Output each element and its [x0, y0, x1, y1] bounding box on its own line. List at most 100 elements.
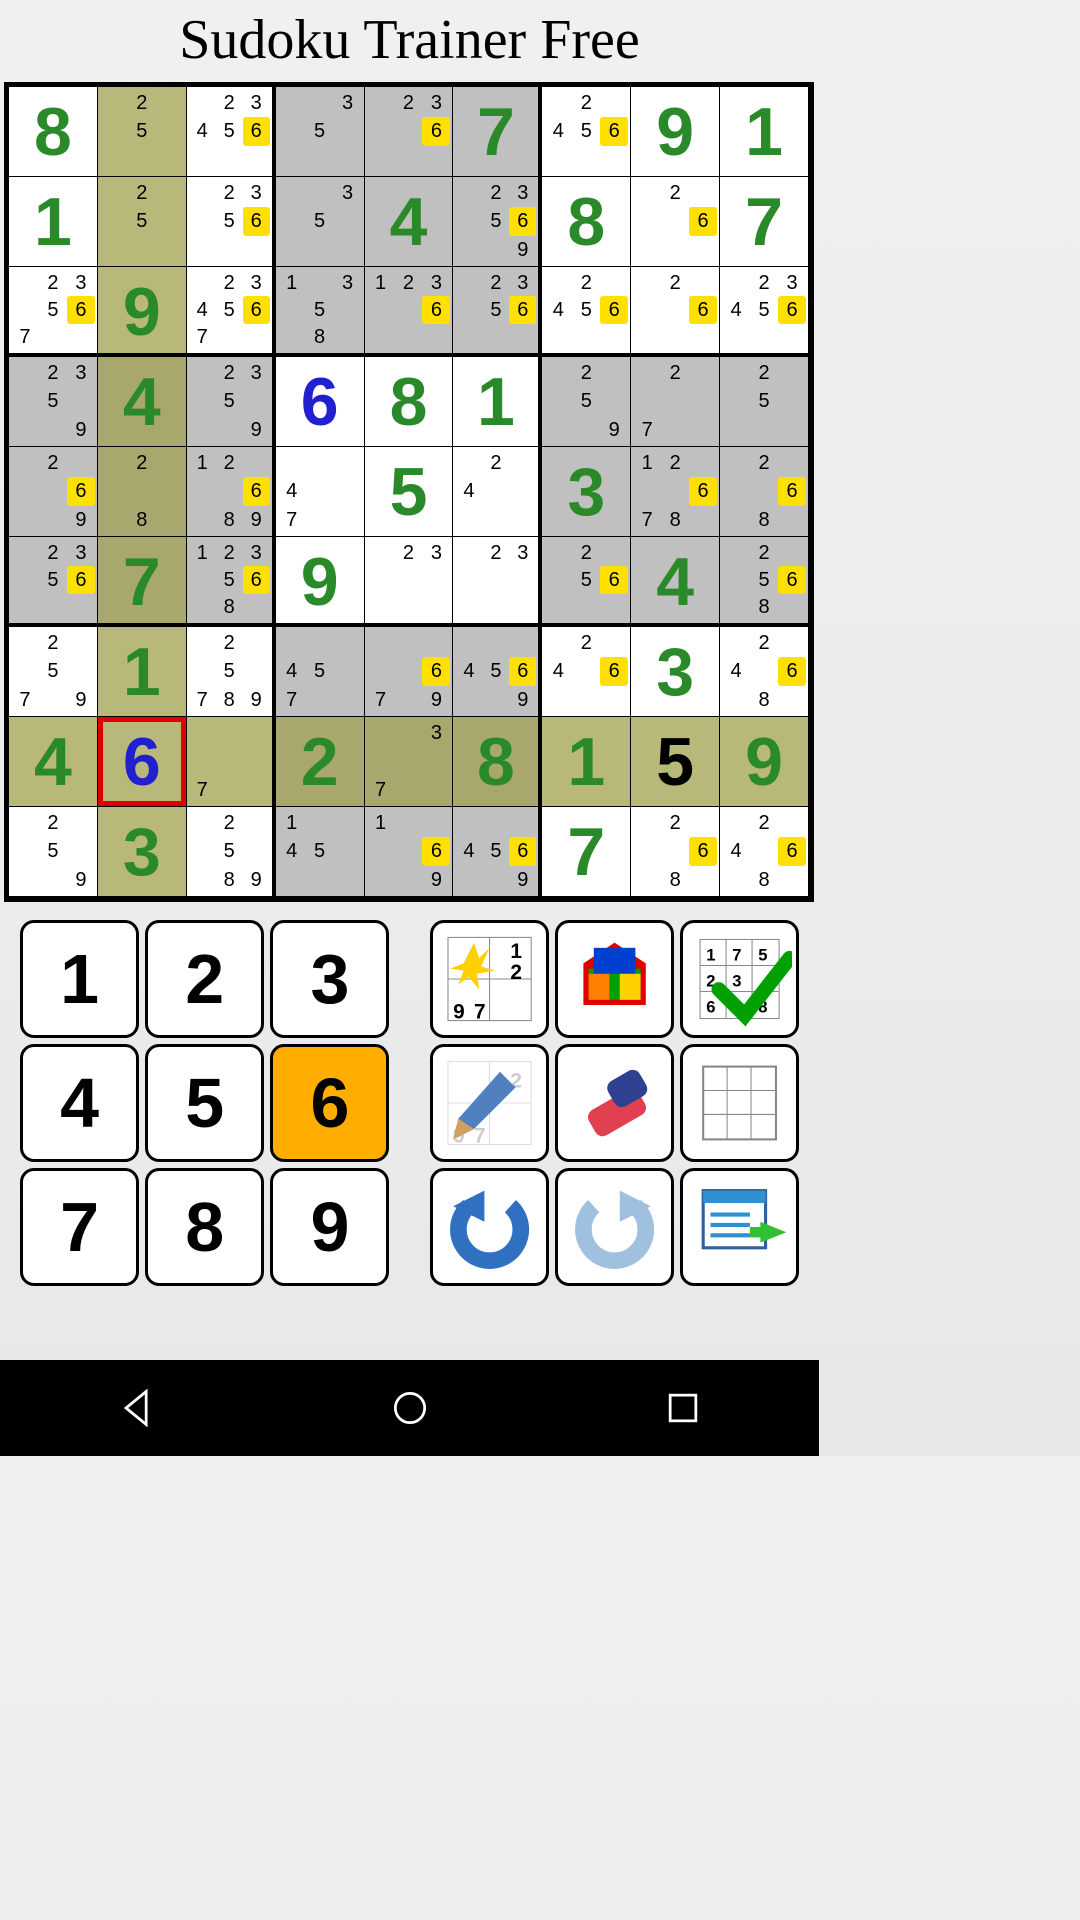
cell-r0-c1[interactable]: 25 — [98, 87, 187, 177]
cell-r5-c7[interactable]: 4 — [631, 537, 720, 627]
hint-button[interactable]: 1297 — [430, 920, 549, 1038]
num-7-button[interactable]: 7 — [20, 1168, 139, 1286]
cell-r6-c3[interactable]: 457 — [276, 627, 365, 717]
cell-r2-c4[interactable]: 1236 — [365, 267, 454, 357]
cell-r3-c1[interactable]: 4 — [98, 357, 187, 447]
num-2-button[interactable]: 2 — [145, 920, 264, 1038]
cell-r7-c0[interactable]: 4 — [9, 717, 98, 807]
num-1-button[interactable]: 1 — [20, 920, 139, 1038]
cell-r7-c2[interactable]: 7 — [187, 717, 276, 807]
cell-r2-c3[interactable]: 1358 — [276, 267, 365, 357]
cell-r1-c3[interactable]: 35 — [276, 177, 365, 267]
redo-button[interactable] — [555, 1168, 674, 1286]
cell-r3-c0[interactable]: 2359 — [9, 357, 98, 447]
num-6-button[interactable]: 6 — [270, 1044, 389, 1162]
cell-r1-c1[interactable]: 25 — [98, 177, 187, 267]
cell-r5-c0[interactable]: 2356 — [9, 537, 98, 627]
cell-r3-c4[interactable]: 8 — [365, 357, 454, 447]
cell-r6-c8[interactable]: 2468 — [720, 627, 809, 717]
cell-r5-c6[interactable]: 256 — [542, 537, 631, 627]
cell-r6-c7[interactable]: 3 — [631, 627, 720, 717]
cell-r3-c6[interactable]: 259 — [542, 357, 631, 447]
check-button[interactable]: 1752368 — [680, 920, 799, 1038]
cell-r7-c5[interactable]: 8 — [453, 717, 542, 807]
cell-r5-c1[interactable]: 7 — [98, 537, 187, 627]
cell-r4-c0[interactable]: 269 — [9, 447, 98, 537]
cell-r8-c2[interactable]: 2589 — [187, 807, 276, 897]
cell-r1-c4[interactable]: 4 — [365, 177, 454, 267]
cell-r4-c5[interactable]: 24 — [453, 447, 542, 537]
cell-r0-c8[interactable]: 1 — [720, 87, 809, 177]
menu-button[interactable] — [680, 1168, 799, 1286]
cell-r6-c6[interactable]: 246 — [542, 627, 631, 717]
cell-r8-c8[interactable]: 2468 — [720, 807, 809, 897]
back-icon[interactable] — [115, 1386, 159, 1430]
recent-icon[interactable] — [661, 1386, 705, 1430]
cell-r3-c8[interactable]: 25 — [720, 357, 809, 447]
cell-r6-c4[interactable]: 679 — [365, 627, 454, 717]
cell-r1-c2[interactable]: 2356 — [187, 177, 276, 267]
num-8-button[interactable]: 8 — [145, 1168, 264, 1286]
cell-r6-c0[interactable]: 2579 — [9, 627, 98, 717]
cell-r7-c4[interactable]: 37 — [365, 717, 454, 807]
cell-r6-c5[interactable]: 4569 — [453, 627, 542, 717]
cell-r2-c0[interactable]: 23567 — [9, 267, 98, 357]
num-9-button[interactable]: 9 — [270, 1168, 389, 1286]
cell-r1-c6[interactable]: 8 — [542, 177, 631, 267]
num-3-button[interactable]: 3 — [270, 920, 389, 1038]
cell-r8-c1[interactable]: 3 — [98, 807, 187, 897]
cell-r2-c1[interactable]: 9 — [98, 267, 187, 357]
cell-r4-c8[interactable]: 268 — [720, 447, 809, 537]
cell-r7-c6[interactable]: 1 — [542, 717, 631, 807]
cell-r3-c7[interactable]: 27 — [631, 357, 720, 447]
cell-r2-c5[interactable]: 2356 — [453, 267, 542, 357]
cell-r1-c8[interactable]: 7 — [720, 177, 809, 267]
cell-r3-c2[interactable]: 2359 — [187, 357, 276, 447]
cell-r0-c7[interactable]: 9 — [631, 87, 720, 177]
cell-r0-c6[interactable]: 2456 — [542, 87, 631, 177]
cell-r0-c5[interactable]: 7 — [453, 87, 542, 177]
cell-r5-c2[interactable]: 123568 — [187, 537, 276, 627]
cell-r7-c7[interactable]: 5 — [631, 717, 720, 807]
num-5-button[interactable]: 5 — [145, 1044, 264, 1162]
cell-r5-c4[interactable]: 23 — [365, 537, 454, 627]
cell-r4-c6[interactable]: 3 — [542, 447, 631, 537]
cell-r0-c0[interactable]: 8 — [9, 87, 98, 177]
cell-r2-c6[interactable]: 2456 — [542, 267, 631, 357]
cell-r1-c5[interactable]: 23569 — [453, 177, 542, 267]
cell-r4-c7[interactable]: 12678 — [631, 447, 720, 537]
cell-r7-c3[interactable]: 2 — [276, 717, 365, 807]
cell-r6-c1[interactable]: 1 — [98, 627, 187, 717]
cell-r0-c3[interactable]: 35 — [276, 87, 365, 177]
pencil-button[interactable]: 297 — [430, 1044, 549, 1162]
cell-r1-c7[interactable]: 26 — [631, 177, 720, 267]
cell-r8-c4[interactable]: 169 — [365, 807, 454, 897]
cell-r4-c4[interactable]: 5 — [365, 447, 454, 537]
cell-r2-c8[interactable]: 23456 — [720, 267, 809, 357]
cell-r8-c0[interactable]: 259 — [9, 807, 98, 897]
home-icon[interactable] — [388, 1386, 432, 1430]
cell-r1-c0[interactable]: 1 — [9, 177, 98, 267]
cell-r0-c4[interactable]: 236 — [365, 87, 454, 177]
cell-r5-c5[interactable]: 23 — [453, 537, 542, 627]
num-4-button[interactable]: 4 — [20, 1044, 139, 1162]
cell-r4-c2[interactable]: 12689 — [187, 447, 276, 537]
cell-r8-c7[interactable]: 268 — [631, 807, 720, 897]
cell-r6-c2[interactable]: 25789 — [187, 627, 276, 717]
clear-button[interactable] — [680, 1044, 799, 1162]
cell-r0-c2[interactable]: 23456 — [187, 87, 276, 177]
cell-r4-c3[interactable]: 47 — [276, 447, 365, 537]
cell-r2-c7[interactable]: 26 — [631, 267, 720, 357]
cell-r8-c6[interactable]: 7 — [542, 807, 631, 897]
cell-r5-c8[interactable]: 2568 — [720, 537, 809, 627]
cell-r3-c3[interactable]: 6 — [276, 357, 365, 447]
cell-r8-c5[interactable]: 4569 — [453, 807, 542, 897]
cell-r5-c3[interactable]: 9 — [276, 537, 365, 627]
undo-button[interactable] — [430, 1168, 549, 1286]
cell-r2-c2[interactable]: 234567 — [187, 267, 276, 357]
cell-r4-c1[interactable]: 28 — [98, 447, 187, 537]
erase-button[interactable] — [555, 1044, 674, 1162]
cell-r8-c3[interactable]: 145 — [276, 807, 365, 897]
cell-r3-c5[interactable]: 1 — [453, 357, 542, 447]
cell-r7-c8[interactable]: 9 — [720, 717, 809, 807]
